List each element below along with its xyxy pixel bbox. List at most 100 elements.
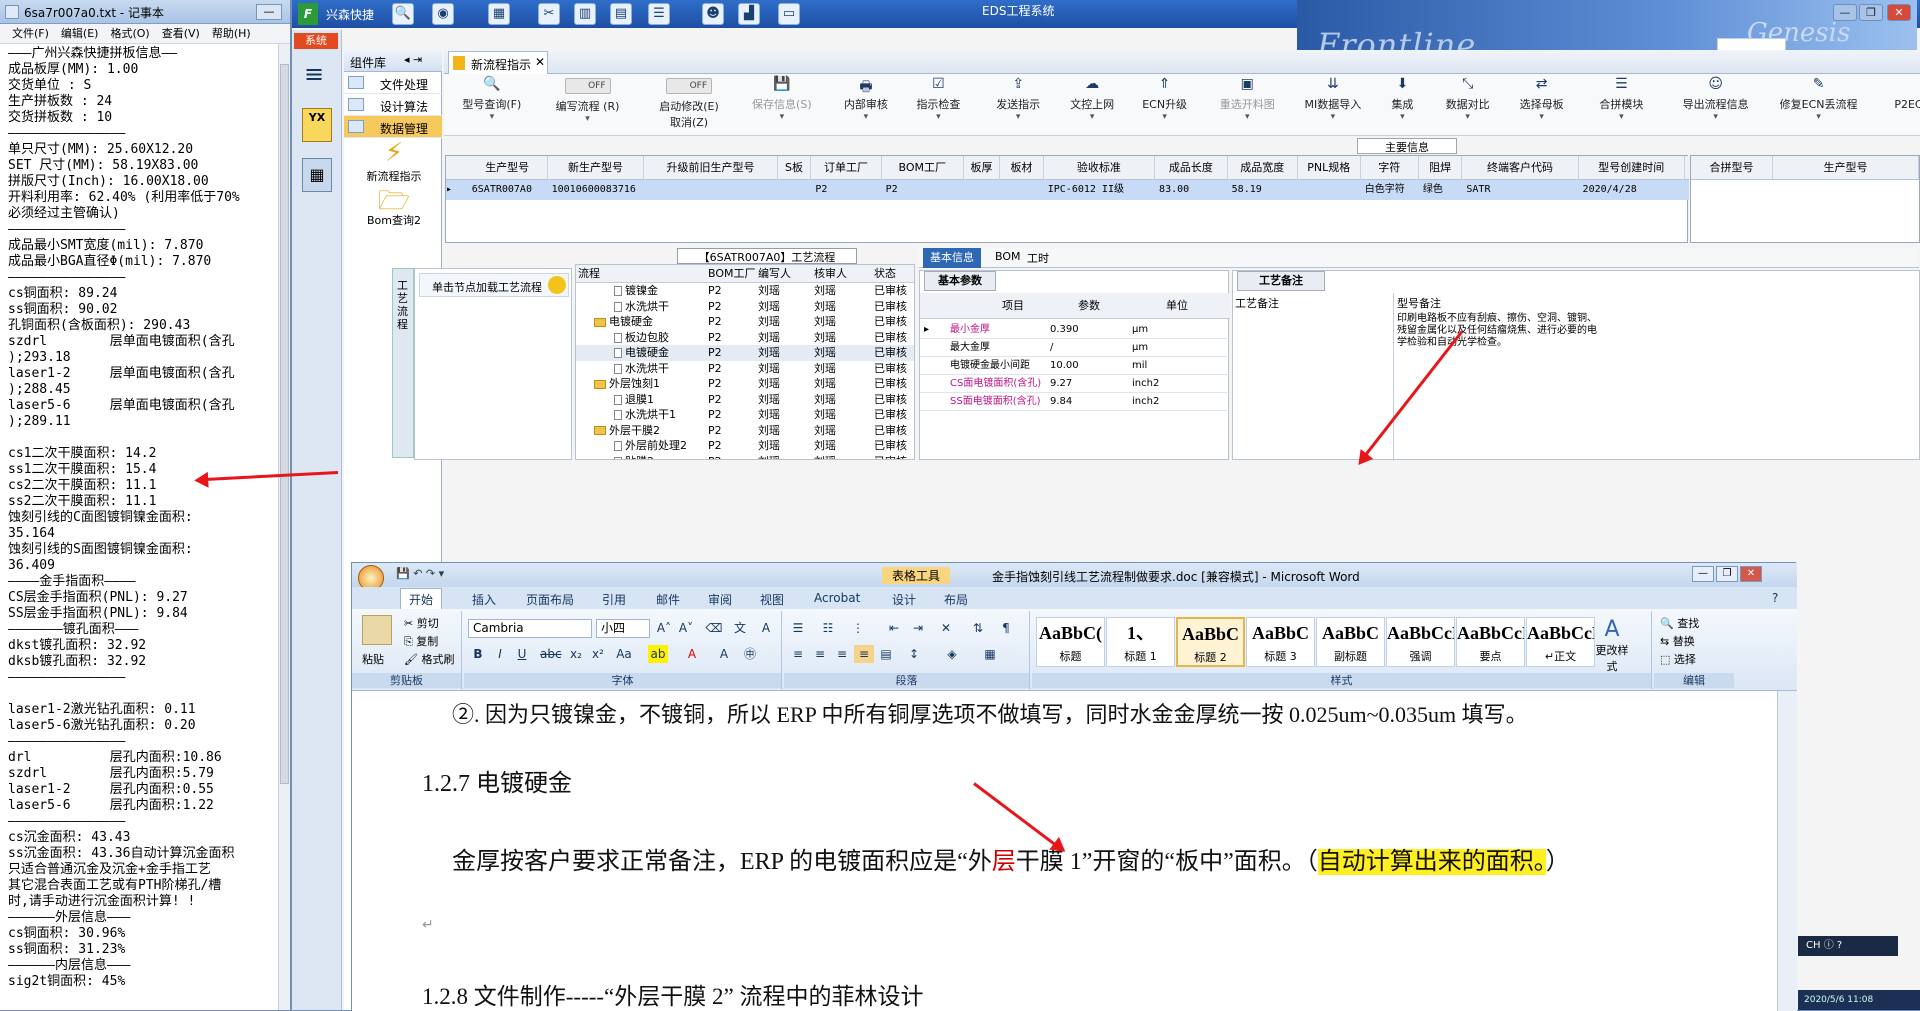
help-icon[interactable]: ? bbox=[1772, 591, 1778, 605]
chart-icon[interactable]: ▟ bbox=[738, 3, 760, 25]
param-row[interactable]: ▸ 最小金厚 0.390 μm bbox=[920, 321, 1230, 339]
grid-col-header[interactable]: 升级前旧生产型号 bbox=[644, 156, 778, 180]
dropdown-arrow-icon[interactable]: ▾ bbox=[540, 114, 636, 124]
clear-format-icon[interactable]: ⌫ bbox=[704, 619, 724, 637]
grid-col-header[interactable]: 板厚 bbox=[964, 156, 1001, 180]
ribbon-button-10[interactable]: ⇊ MI数据导入 ▾ bbox=[1294, 76, 1372, 134]
param-value[interactable]: 10.00 bbox=[1050, 357, 1079, 375]
change-case-icon[interactable]: Aa bbox=[614, 645, 634, 663]
grid-col-header[interactable]: 型号创建时间 bbox=[1579, 156, 1686, 180]
increase-indent-icon[interactable]: ⇥ bbox=[908, 619, 928, 637]
param-row[interactable]: 电镀硬金最小间距 10.00 mil bbox=[920, 357, 1230, 375]
justify-icon[interactable]: ≡ bbox=[854, 645, 874, 663]
tree-node[interactable]: 电镀硬金 P2 刘瑶 刘瑶 已审核 bbox=[576, 345, 914, 361]
ribbon-button-0[interactable]: 🔍 型号查询(F) ▾ bbox=[450, 76, 534, 134]
notepad-text-area[interactable]: ———广州兴森快捷拼板信息—— 成品板厚(MM): 1.00 交货单位 : S 生产拼… bbox=[8, 46, 276, 1010]
quick-access-toolbar[interactable]: 💾 ↶ ↷ ▾ bbox=[396, 567, 444, 580]
dropdown-arrow-icon[interactable]: ▾ bbox=[905, 112, 972, 122]
tab-mailings[interactable]: 邮件 bbox=[656, 591, 680, 608]
dropdown-arrow-icon[interactable]: ▾ bbox=[1378, 112, 1427, 122]
tab-new-process[interactable]: 新流程指示 ✕ bbox=[448, 51, 548, 74]
grid-col-header[interactable]: 阻焊 bbox=[1419, 156, 1463, 180]
tab-design[interactable]: 设计 bbox=[892, 591, 916, 608]
tree-node[interactable]: 水洗烘干 P2 刘瑶 刘瑶 已审核 bbox=[576, 299, 914, 315]
font-color-icon[interactable]: A bbox=[682, 645, 702, 663]
tree-node[interactable]: 水洗烘干1 P2 刘瑶 刘瑶 已审核 bbox=[576, 407, 914, 423]
param-value[interactable]: / bbox=[1050, 339, 1053, 357]
tree-node[interactable]: 外层前处理2 P2 刘瑶 刘瑶 已审核 bbox=[576, 438, 914, 454]
restore-button[interactable]: ❐ bbox=[1716, 566, 1738, 582]
align-center-icon[interactable]: ≡ bbox=[810, 645, 830, 663]
param-value[interactable]: 0.390 bbox=[1050, 321, 1079, 339]
restore-button[interactable]: ❐ bbox=[1859, 4, 1883, 21]
char-shading-icon[interactable]: A bbox=[714, 645, 734, 663]
search-icon[interactable]: 🔍 bbox=[392, 3, 414, 25]
ribbon-button-4[interactable]: 🖶 内部审核 ▾ bbox=[833, 76, 900, 134]
superscript-icon[interactable]: x² bbox=[588, 645, 608, 663]
dropdown-arrow-icon[interactable]: ▾ bbox=[1131, 112, 1198, 122]
paste-button[interactable]: 粘贴 bbox=[362, 651, 384, 667]
new-process-item[interactable]: ⚡ 新流程指示 bbox=[354, 138, 434, 184]
tab-acrobat[interactable]: Acrobat bbox=[814, 591, 860, 605]
ribbon-button-8[interactable]: ⇑ ECN升级 ▾ bbox=[1131, 76, 1198, 134]
pin-icon[interactable]: ◂ ⇥ bbox=[404, 53, 422, 66]
menu-edit[interactable]: 编辑(E) bbox=[61, 24, 99, 44]
param-value[interactable]: 9.27 bbox=[1050, 375, 1072, 393]
dropdown-arrow-icon[interactable]: ▾ bbox=[1204, 112, 1291, 122]
calculator-icon[interactable]: ▦ bbox=[302, 158, 332, 192]
find-button[interactable]: 🔍 查找 bbox=[1660, 615, 1699, 631]
ribbon-button-3[interactable]: 💾 保存信息(S) ▾ bbox=[737, 76, 827, 134]
style-0[interactable]: AaBbC(标题 bbox=[1036, 617, 1105, 667]
grid-col-header[interactable]: 板材 bbox=[1000, 156, 1044, 180]
tab-review[interactable]: 审阅 bbox=[708, 591, 732, 608]
bullets-icon[interactable]: ☰ bbox=[788, 619, 808, 637]
cut-button[interactable]: ✂ 剪切 bbox=[404, 615, 439, 631]
grid-col-header[interactable]: 终端客户代码 bbox=[1462, 156, 1579, 180]
ribbon-button-9[interactable]: ▣ 重选开料图 ▾ bbox=[1204, 76, 1291, 134]
tab-insert[interactable]: 插入 bbox=[472, 591, 496, 608]
ribbon-button-12[interactable]: ⤡ 数据对比 ▾ bbox=[1433, 76, 1503, 134]
dropdown-arrow-icon[interactable]: ▾ bbox=[981, 112, 1056, 122]
dropdown-arrow-icon[interactable]: ▾ bbox=[1059, 112, 1126, 122]
dropdown-arrow-icon[interactable]: ▾ bbox=[1766, 112, 1870, 122]
menu-format[interactable]: 格式(O) bbox=[110, 24, 149, 44]
copy-button[interactable]: ⎘ 复制 bbox=[404, 633, 438, 649]
style-7[interactable]: AaBbCcDi ↵正文 bbox=[1526, 617, 1595, 667]
grid-col-header[interactable]: 订单工厂 bbox=[811, 156, 882, 180]
font-name-select[interactable]: Cambria bbox=[468, 619, 592, 638]
toggle-switch[interactable]: OFF bbox=[564, 78, 611, 94]
dropdown-arrow-icon[interactable]: ▾ bbox=[450, 112, 534, 122]
line-spacing-icon[interactable]: ↕ bbox=[904, 645, 924, 663]
italic-icon[interactable]: I bbox=[490, 645, 510, 663]
font-size-select[interactable]: 小四 bbox=[596, 619, 650, 638]
dropdown-arrow-icon[interactable]: ▾ bbox=[1877, 112, 1920, 122]
system-tab[interactable]: 系统 bbox=[294, 33, 338, 49]
ribbon-button-6[interactable]: ⇪ 发送指示 ▾ bbox=[981, 76, 1056, 134]
style-6[interactable]: AaBbCcD 要点 bbox=[1456, 617, 1525, 667]
grid-col-header[interactable]: 成品宽度 bbox=[1228, 156, 1298, 180]
sort-icon[interactable]: ⇅ bbox=[968, 619, 988, 637]
tab-view[interactable]: 视图 bbox=[760, 591, 784, 608]
format-painter-button[interactable]: 🖌 格式刷 bbox=[404, 651, 454, 667]
replace-button[interactable]: ⇆ 替换 bbox=[1660, 633, 1695, 649]
grid-col-header[interactable]: S板 bbox=[778, 156, 812, 180]
notepad-scrollbar[interactable] bbox=[278, 44, 290, 1010]
borders-icon[interactable]: ▦ bbox=[980, 645, 1000, 663]
close-button[interactable]: ✕ bbox=[1887, 4, 1911, 21]
tree-node[interactable]: 外层蚀刻1 P2 刘瑶 刘瑶 已审核 bbox=[576, 376, 914, 392]
tree-node[interactable]: 外层干膜2 P2 刘瑶 刘瑶 已审核 bbox=[576, 423, 914, 439]
tab-work-hours[interactable]: 工时 bbox=[1027, 250, 1049, 266]
style-2[interactable]: AaBbC 标题 2 bbox=[1176, 617, 1245, 667]
minimize-button[interactable]: — bbox=[1833, 4, 1857, 21]
ribbon-button-2[interactable]: OFF 启动修改(E) 取消(Z) bbox=[644, 76, 734, 134]
tab-references[interactable]: 引用 bbox=[602, 591, 626, 608]
model-note-text[interactable]: 印刷电路板不应有刮痕、擦伤、空洞、镀铜、残留金属化以及任何结瘤烧焦、进行必要的电… bbox=[1397, 313, 1597, 349]
tree-node[interactable]: 退膜1 P2 刘瑶 刘瑶 已审核 bbox=[576, 392, 914, 408]
ribbon-button-15[interactable]: ☺ 导出流程信息 ▾ bbox=[1671, 76, 1761, 134]
grid-col-header[interactable]: 新生产型号 bbox=[548, 156, 645, 180]
style-4[interactable]: AaBbC 副标题 bbox=[1316, 617, 1385, 667]
ribbon-button-5[interactable]: ☑ 指示检查 ▾ bbox=[905, 76, 972, 134]
ribbon-button-14[interactable]: ☰ 合拼模块 ▾ bbox=[1581, 76, 1662, 134]
align-right-icon[interactable]: ≡ bbox=[832, 645, 852, 663]
tree-node[interactable]: 水洗烘干 P2 刘瑶 刘瑶 已审核 bbox=[576, 361, 914, 377]
